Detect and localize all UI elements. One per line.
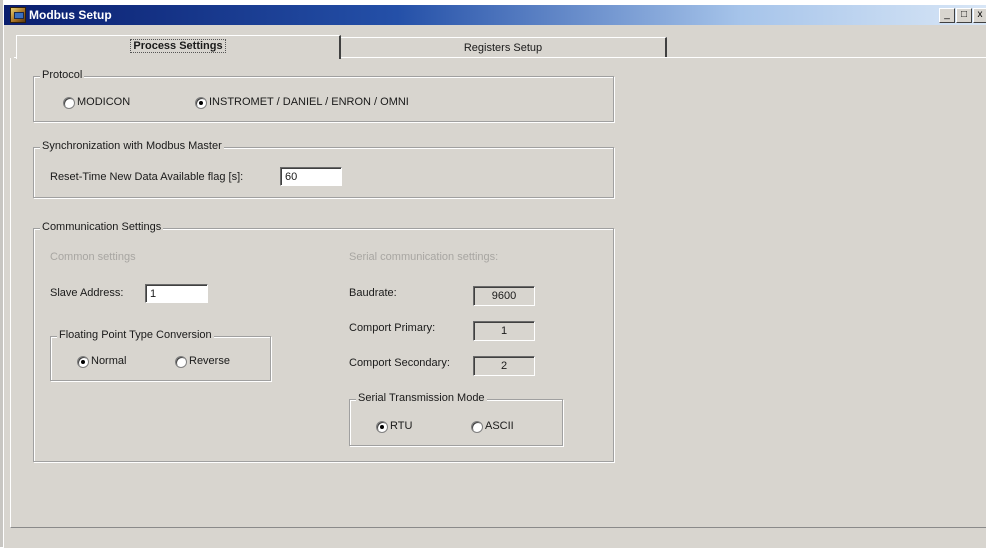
reset-time-input[interactable]: 60 bbox=[280, 167, 342, 186]
comport-primary-field[interactable]: 1 bbox=[473, 321, 535, 341]
communication-legend: Communication Settings bbox=[40, 221, 164, 233]
sync-legend: Synchronization with Modbus Master bbox=[40, 140, 224, 152]
baudrate-label: Baudrate: bbox=[349, 287, 397, 299]
radio-normal-label[interactable]: Normal bbox=[91, 355, 126, 367]
baudrate-field[interactable]: 9600 bbox=[473, 286, 535, 306]
tab-process-settings-label: Process Settings bbox=[130, 39, 226, 53]
slave-address-label: Slave Address: bbox=[50, 287, 124, 299]
floating-point-group: Floating Point Type Conversion Normal Re… bbox=[50, 329, 271, 381]
window-title: Modbus Setup bbox=[29, 8, 112, 22]
protocol-legend: Protocol bbox=[40, 69, 85, 81]
radio-rtu[interactable] bbox=[376, 421, 388, 433]
comport-secondary-label: Comport Secondary: bbox=[349, 357, 450, 369]
communication-group: Communication Settings Common settings S… bbox=[33, 221, 614, 462]
tab-registers-setup[interactable]: Registers Setup bbox=[340, 37, 667, 58]
serial-settings-heading: Serial communication settings: bbox=[349, 251, 499, 263]
radio-ascii-label[interactable]: ASCII bbox=[485, 420, 514, 432]
minimize-button[interactable]: _ bbox=[939, 8, 955, 23]
radio-instromet[interactable] bbox=[195, 97, 207, 109]
app-icon bbox=[10, 7, 26, 23]
common-settings-heading: Common settings bbox=[50, 251, 136, 263]
radio-normal[interactable] bbox=[77, 356, 89, 368]
tab-registers-setup-label: Registers Setup bbox=[463, 42, 543, 54]
comport-secondary-field[interactable]: 2 bbox=[473, 356, 535, 376]
sync-group: Synchronization with Modbus Master Reset… bbox=[33, 140, 614, 198]
radio-reverse[interactable] bbox=[175, 356, 187, 368]
comport-primary-label: Comport Primary: bbox=[349, 322, 436, 334]
radio-rtu-label[interactable]: RTU bbox=[390, 420, 412, 432]
serial-mode-legend: Serial Transmission Mode bbox=[356, 392, 487, 404]
radio-reverse-label[interactable]: Reverse bbox=[189, 355, 230, 367]
tab-process-settings[interactable]: Process Settings bbox=[16, 35, 341, 59]
slave-address-input[interactable]: 1 bbox=[145, 284, 208, 303]
modbus-setup-window: Modbus Setup _ □ x Process Settings Regi… bbox=[3, 4, 986, 548]
reset-time-label: Reset-Time New Data Available flag [s]: bbox=[50, 171, 244, 183]
protocol-group: Protocol MODICON INSTROMET / DANIEL / EN… bbox=[33, 69, 614, 122]
close-button[interactable]: x bbox=[973, 8, 986, 23]
floating-point-legend: Floating Point Type Conversion bbox=[57, 329, 214, 341]
maximize-button[interactable]: □ bbox=[956, 8, 972, 23]
radio-modicon-label[interactable]: MODICON bbox=[77, 96, 130, 108]
radio-modicon[interactable] bbox=[63, 97, 75, 109]
serial-mode-group: Serial Transmission Mode RTU ASCII bbox=[349, 392, 563, 446]
title-bar[interactable]: Modbus Setup _ □ x bbox=[4, 5, 986, 25]
radio-ascii[interactable] bbox=[471, 421, 483, 433]
radio-instromet-label[interactable]: INSTROMET / DANIEL / ENRON / OMNI bbox=[209, 96, 409, 108]
